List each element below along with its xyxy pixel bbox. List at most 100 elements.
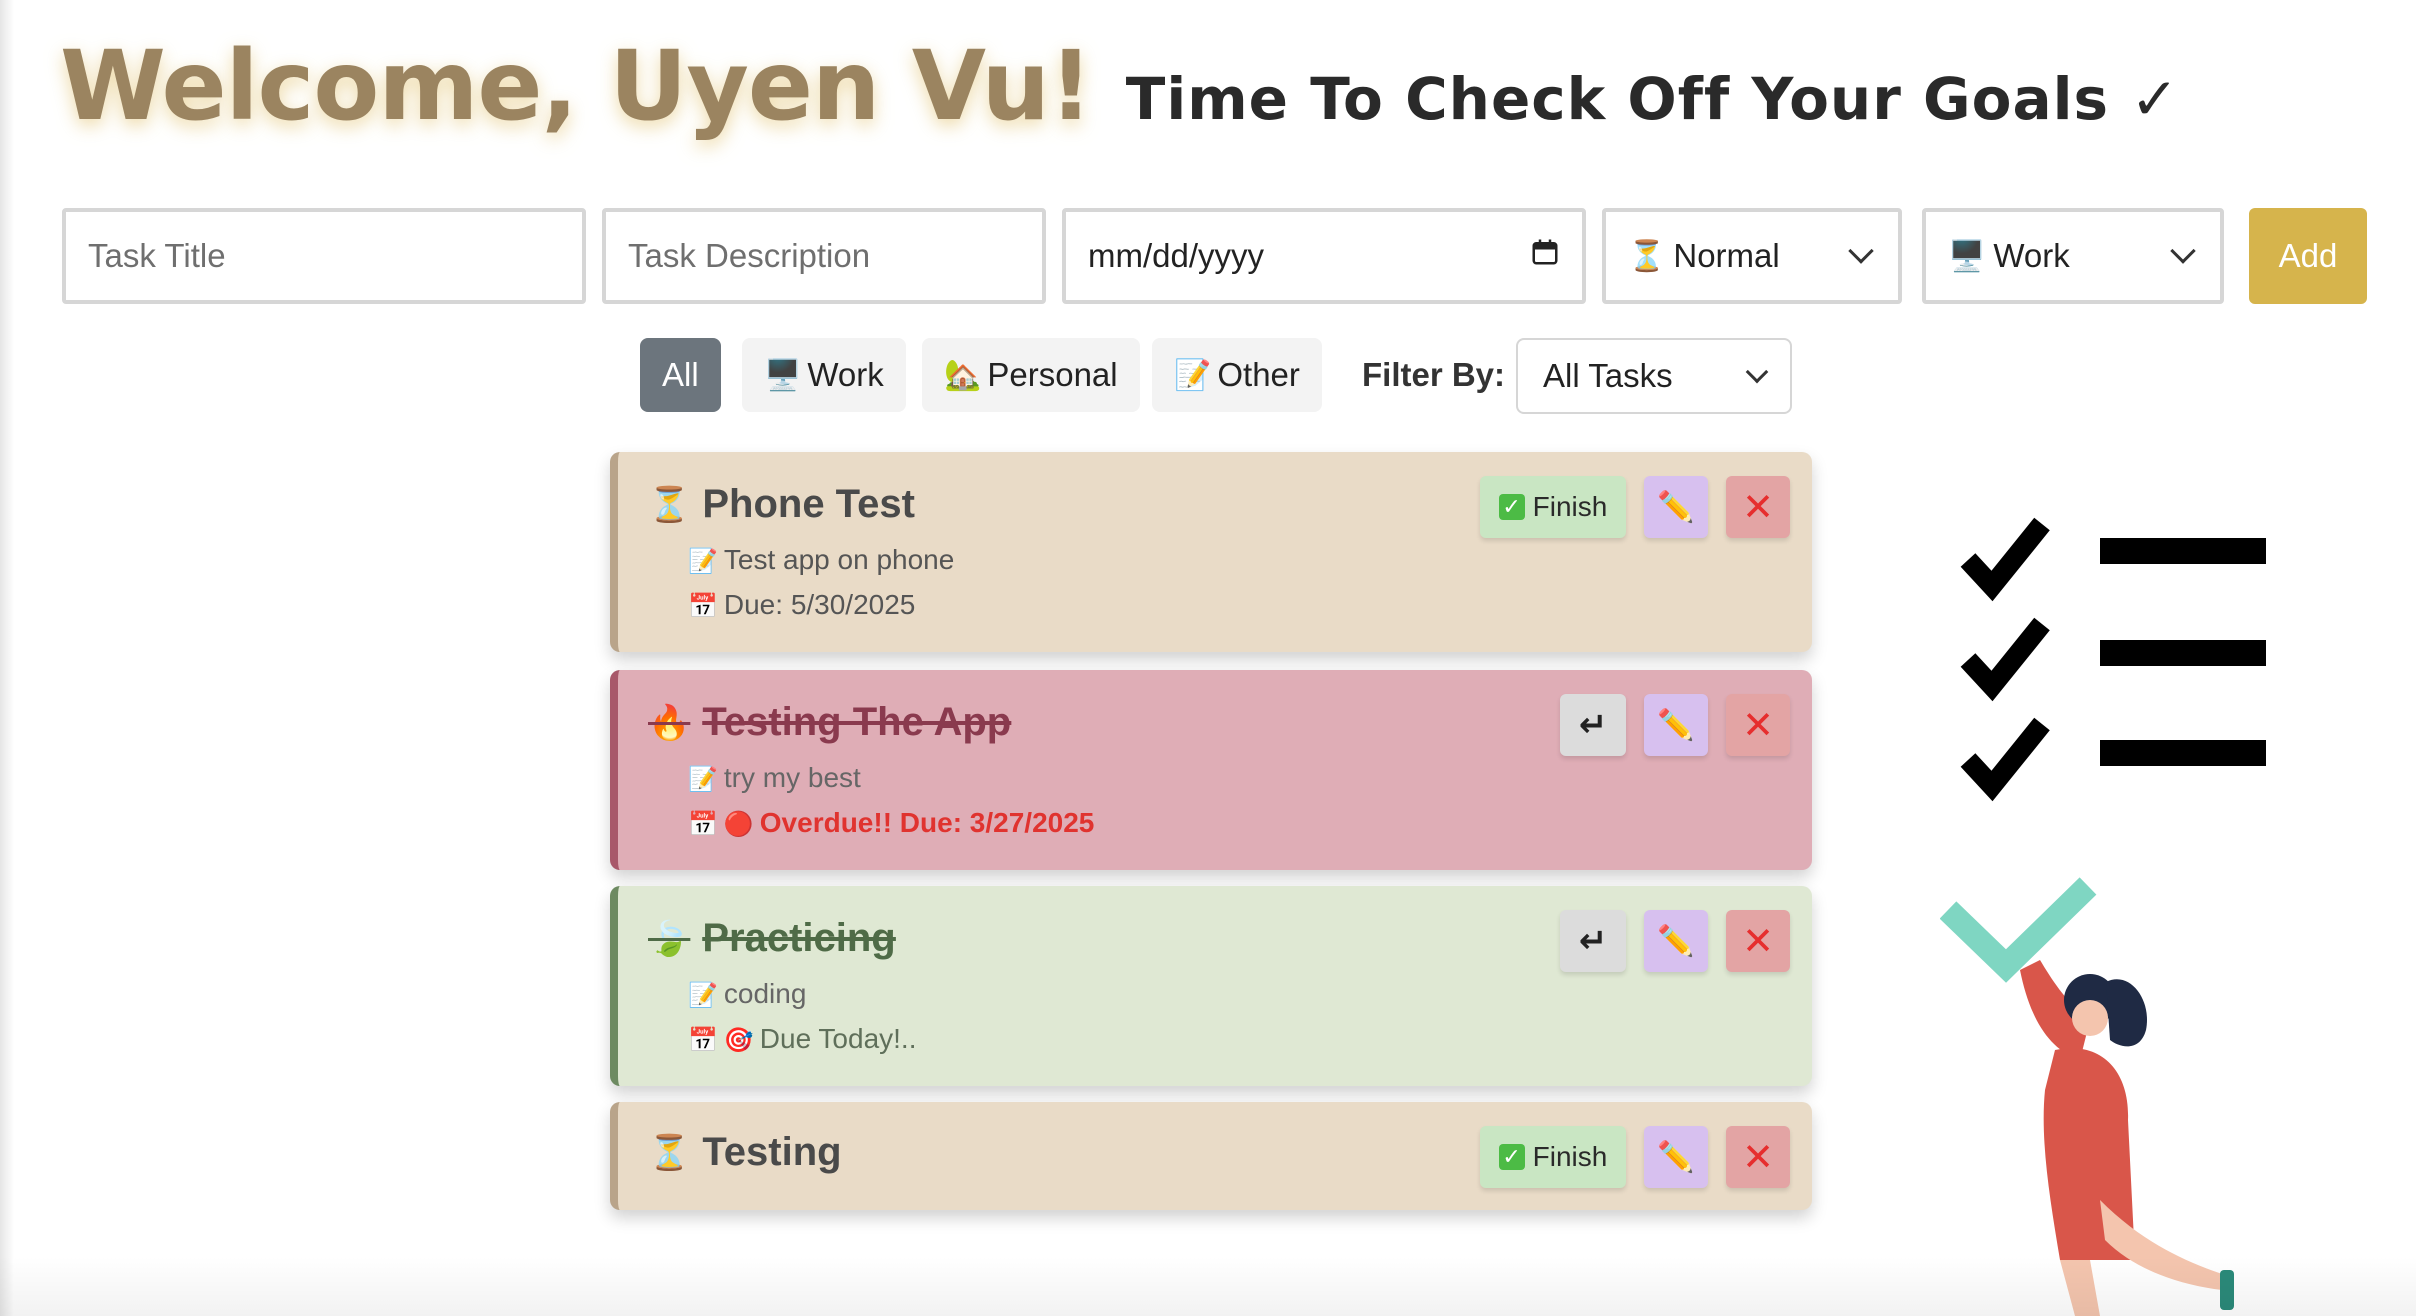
status-filter-select[interactable]: All Tasks xyxy=(1516,338,1792,414)
hourglass-icon: ⏳ xyxy=(648,1133,691,1172)
task-actions: ↵ ✏️ ✕ xyxy=(1560,694,1790,756)
task-due-text: Due: 5/30/2025 xyxy=(723,589,916,620)
page-header: Welcome, Uyen Vu! Time To Check Off Your… xyxy=(60,30,2180,150)
filter-chip-label: All xyxy=(662,356,699,393)
return-arrow-icon: ↵ xyxy=(1578,922,1608,960)
memo-icon: 📝 xyxy=(688,982,718,1009)
task-title: ⏳ Phone Test xyxy=(648,482,915,527)
filter-chip-other[interactable]: 📝 Other xyxy=(1152,338,1322,412)
hourglass-icon: ⏳ xyxy=(1628,239,1666,273)
pencil-icon: ✏️ xyxy=(1657,490,1695,524)
close-icon: ✕ xyxy=(1742,704,1774,747)
finish-button[interactable]: ✓ Finish xyxy=(1480,1126,1626,1188)
task-description-input[interactable]: Task Description xyxy=(602,208,1046,304)
task-title-text: Phone Test xyxy=(702,482,915,526)
leaf-icon: 🍃 xyxy=(648,919,691,958)
task-title: 🍃 Practicing xyxy=(648,916,896,961)
pencil-icon: ✏️ xyxy=(1657,924,1695,958)
subtitle-heading: Time To Check Off Your Goals ✓ xyxy=(1125,65,2180,133)
welcome-heading: Welcome, Uyen Vu! xyxy=(60,30,1093,142)
chevron-down-icon xyxy=(2170,238,2196,264)
close-icon: ✕ xyxy=(1742,486,1774,529)
checklist-icon xyxy=(1960,517,2266,802)
hourglass-icon: ⏳ xyxy=(648,485,691,524)
priority-select[interactable]: ⏳ Normal xyxy=(1602,208,1902,304)
task-due-date: 📅 🔴 Overdue!! Due: 3/27/2025 xyxy=(688,807,1094,839)
delete-button[interactable]: ✕ xyxy=(1726,910,1790,972)
task-title-text: Testing xyxy=(702,1130,842,1174)
undo-button[interactable]: ↵ xyxy=(1560,694,1626,756)
pencil-icon: ✏️ xyxy=(1657,1140,1695,1174)
edit-button[interactable]: ✏️ xyxy=(1644,694,1708,756)
category-select[interactable]: 🖥️ Work xyxy=(1922,208,2224,304)
computer-icon: 🖥️ xyxy=(1948,239,1986,273)
category-value: Work xyxy=(1993,237,2070,274)
task-title-text: Testing The App xyxy=(702,700,1012,744)
calendar-icon: 📅 xyxy=(688,811,718,838)
calendar-icon: 📅 xyxy=(688,1027,718,1054)
filter-chip-work[interactable]: 🖥️ Work xyxy=(742,338,906,412)
due-date-input[interactable]: mm/dd/yyyy xyxy=(1062,208,1586,304)
task-title: 🔥 Testing The App xyxy=(648,700,1011,745)
memo-icon: 📝 xyxy=(688,548,718,575)
task-due-text: Due Today!.. xyxy=(759,1023,917,1054)
filter-chip-label: Personal xyxy=(987,356,1118,393)
red-circle-icon: 🔴 xyxy=(723,811,754,838)
finish-label: Finish xyxy=(1532,491,1608,522)
task-due-date: 📅 🎯 Due Today!.. xyxy=(688,1023,916,1055)
task-card: 🍃 Practicing 📝 coding 📅 🎯 Due Today!.. ↵ ✏️… xyxy=(610,886,1812,1086)
house-icon: 🏡 xyxy=(944,358,982,392)
check-icon: ✓ xyxy=(1498,494,1525,520)
calendar-icon[interactable] xyxy=(1530,237,1560,275)
status-filter-value: All Tasks xyxy=(1543,357,1673,394)
finish-label: Finish xyxy=(1532,1141,1608,1172)
filter-chip-label: Work xyxy=(807,356,884,393)
task-description-placeholder: Task Description xyxy=(628,237,871,274)
close-icon: ✕ xyxy=(1742,920,1774,963)
add-task-button[interactable]: Add xyxy=(2249,208,2367,304)
task-title-text: Practicing xyxy=(702,916,896,960)
delete-button[interactable]: ✕ xyxy=(1726,476,1790,538)
task-title-placeholder: Task Title xyxy=(88,237,226,274)
edit-button[interactable]: ✏️ xyxy=(1644,910,1708,972)
task-due-date: 📅 Due: 5/30/2025 xyxy=(688,589,915,621)
task-card: ⏳ Phone Test 📝 Test app on phone 📅 Due: 5/… xyxy=(610,452,1812,652)
close-icon: ✕ xyxy=(1742,1136,1774,1179)
task-description-text: try my best xyxy=(723,762,861,793)
memo-icon: 📝 xyxy=(688,766,718,793)
due-date-placeholder: mm/dd/yyyy xyxy=(1088,237,1265,274)
task-actions: ✓ Finish ✏️ ✕ xyxy=(1480,1126,1790,1188)
task-description-text: Test app on phone xyxy=(723,544,955,575)
task-actions: ↵ ✏️ ✕ xyxy=(1560,910,1790,972)
task-due-text: Overdue!! Due: 3/27/2025 xyxy=(759,807,1095,838)
task-description-text: coding xyxy=(723,978,807,1009)
priority-value: Normal xyxy=(1673,237,1780,274)
person-holding-check-illustration xyxy=(1940,877,2234,1316)
task-card: 🔥 Testing The App 📝 try my best 📅 🔴 Overdue… xyxy=(610,670,1812,870)
filter-chip-all[interactable]: All xyxy=(640,338,721,412)
calendar-icon: 📅 xyxy=(688,593,718,620)
chevron-down-icon xyxy=(1848,238,1874,264)
task-actions: ✓ Finish ✏️ ✕ xyxy=(1480,476,1790,538)
task-card: ⏳ Testing ✓ Finish ✏️ ✕ xyxy=(610,1102,1812,1210)
delete-button[interactable]: ✕ xyxy=(1726,1126,1790,1188)
target-icon: 🎯 xyxy=(723,1027,754,1054)
filter-chip-personal[interactable]: 🏡 Personal xyxy=(922,338,1140,412)
task-title: ⏳ Testing xyxy=(648,1130,842,1175)
page-edge-shadow xyxy=(0,0,14,1316)
filter-chip-label: Other xyxy=(1217,356,1300,393)
undo-button[interactable]: ↵ xyxy=(1560,910,1626,972)
finish-button[interactable]: ✓ Finish xyxy=(1480,476,1626,538)
edit-button[interactable]: ✏️ xyxy=(1644,476,1708,538)
task-description: 📝 try my best xyxy=(688,762,861,794)
task-title-input[interactable]: Task Title xyxy=(62,208,586,304)
chevron-down-icon xyxy=(1745,360,1769,384)
edit-button[interactable]: ✏️ xyxy=(1644,1126,1708,1188)
pencil-icon: ✏️ xyxy=(1657,708,1695,742)
filter-by-label: Filter By: xyxy=(1362,356,1506,393)
fire-icon: 🔥 xyxy=(648,703,691,742)
check-icon: ✓ xyxy=(1498,1144,1525,1170)
computer-icon: 🖥️ xyxy=(764,358,802,392)
task-description: 📝 coding xyxy=(688,978,806,1010)
delete-button[interactable]: ✕ xyxy=(1726,694,1790,756)
